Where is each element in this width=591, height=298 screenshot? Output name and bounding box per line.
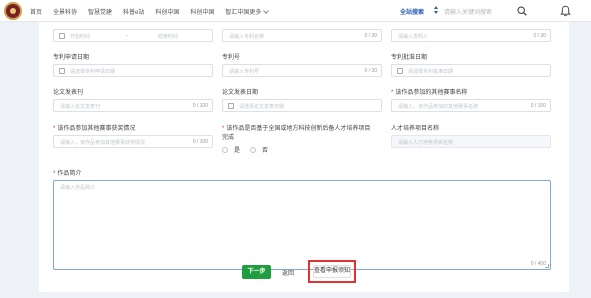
competition-award-count: 0 / 100: [192, 139, 208, 145]
nav-item-more[interactable]: 智汇中国更多: [225, 7, 270, 16]
required-mark: *: [53, 171, 56, 177]
radio-circle: [250, 146, 256, 153]
nav-item-innovation[interactable]: 科创中国: [155, 7, 179, 16]
competition-name-input[interactable]: 请输入，该作品参加的其他赛事名称 0 / 100: [391, 99, 551, 112]
site-logo[interactable]: [4, 2, 22, 20]
back-button[interactable]: 返回: [282, 268, 294, 277]
paper-journal-placeholder: 请输入论文发表刊: [60, 104, 101, 110]
program-name-placeholder: 请输入人才培养项目名称: [398, 140, 454, 146]
competition-award-label-text: 该作品参加其他赛事获奖情况: [57, 126, 136, 132]
nav-item-home[interactable]: 首页: [30, 7, 42, 16]
form-card: 开始时间 - 结束时间 请输入专利名称 0 / 30 请输入发明人 0 / 30…: [39, 22, 569, 292]
patent-no-placeholder: 请输入专利号: [229, 69, 260, 75]
intro-placeholder: 请输入作品简介: [60, 185, 96, 191]
patent-name-input[interactable]: 请输入专利名称 0 / 30: [222, 29, 382, 42]
nav-more-label: 智汇中国更多: [225, 10, 262, 16]
intro-count: 0 / 400: [530, 261, 546, 267]
search-input[interactable]: 请输入关键词搜索: [444, 7, 492, 16]
calendar-icon: [228, 103, 234, 109]
notice-highlight-box: 查看申报须知: [308, 260, 356, 283]
competition-name-count: 0 / 100: [530, 103, 546, 109]
patent-apply-date-input[interactable]: 请选择专利申请日期: [53, 64, 213, 77]
patent-name-placeholder: 请输入专利名称: [229, 34, 265, 40]
radio-yes-label: 是: [234, 148, 241, 154]
patent-no-input[interactable]: 请输入专利号 0 / 30: [222, 64, 382, 77]
calendar-icon: [59, 68, 65, 74]
range-end: 结束时间: [158, 34, 179, 40]
calendar-icon: [397, 68, 403, 74]
view-notice-button[interactable]: 查看申报须知: [313, 265, 351, 278]
top-navbar: 首页 全景科协 智慧党建 科普e站 科创中国 科创中国 智汇中国更多 全站搜索 …: [0, 0, 591, 22]
paper-journal-count: 0 / 100: [192, 103, 208, 109]
radio-no[interactable]: 否: [250, 145, 268, 154]
search-scope-select[interactable]: 全站搜索: [400, 7, 424, 16]
program-name-label: 人才培养项目名称: [391, 126, 440, 132]
radio-circle: [222, 146, 228, 153]
range-separator: -: [126, 33, 128, 39]
resize-grip-icon[interactable]: [545, 264, 549, 268]
paper-date-input[interactable]: 请选择论文发表日期: [222, 99, 382, 112]
inventor-input[interactable]: 请输入发明人 0 / 30: [391, 29, 551, 42]
chevron-down-icon: [263, 7, 270, 14]
patent-grant-date-placeholder: 请选择专利批准日期: [408, 69, 454, 75]
main-nav: 首页 全景科协 智慧党建 科普e站 科创中国 科创中国 智汇中国更多: [30, 7, 279, 16]
nav-item-innovation-2[interactable]: 科创中国: [190, 7, 214, 16]
required-mark: *: [391, 90, 394, 96]
next-button[interactable]: 下一步: [242, 265, 271, 279]
based-on-program-label-line2: 完成: [222, 135, 235, 141]
radio-yes[interactable]: 是: [222, 145, 240, 154]
program-name-input[interactable]: 请输入人才培养项目名称: [391, 135, 551, 148]
patent-apply-date-placeholder: 请选择专利申请日期: [70, 69, 116, 75]
nav-item-party[interactable]: 智慧党建: [88, 7, 112, 16]
sort-arrows-icon: [434, 6, 439, 15]
paper-date-placeholder: 请选择论文发表日期: [239, 104, 285, 110]
required-mark: *: [53, 126, 56, 132]
intro-textarea[interactable]: 请输入作品简介 0 / 400: [53, 180, 551, 270]
based-on-program-label: * 该作品是否基于全国或地方科技创新后备人才培养项目: [222, 123, 370, 132]
patent-grant-date-input[interactable]: 请选择专利批准日期: [391, 64, 551, 77]
based-on-program-label-line1: 该作品是否基于全国或地方科技创新后备人才培养项目: [226, 126, 371, 132]
bell-icon[interactable]: [560, 5, 571, 17]
inventor-count: 0 / 30: [533, 33, 546, 39]
patent-no-count: 0 / 30: [364, 68, 377, 74]
date-range-input[interactable]: 开始时间 - 结束时间: [53, 29, 213, 42]
nav-item-panorama[interactable]: 全景科协: [53, 7, 77, 16]
competition-name-placeholder: 请输入，该作品参加的其他赛事名称: [398, 104, 479, 110]
inventor-placeholder: 请输入发明人: [398, 34, 429, 40]
nav-item-science[interactable]: 科普e站: [123, 7, 144, 16]
intro-label: * 作品简介: [53, 168, 81, 177]
competition-award-placeholder: 请输入，该作品参加其他赛事获奖情况: [60, 140, 146, 146]
patent-name-count: 0 / 30: [364, 33, 377, 39]
range-start: 开始时间: [70, 34, 91, 40]
calendar-icon: [59, 33, 65, 39]
search-icon[interactable]: [517, 6, 527, 16]
patent-grant-date-label: 专利批准日期: [391, 55, 428, 61]
competition-award-input[interactable]: 请输入，该作品参加其他赛事获奖情况 0 / 100: [53, 135, 213, 148]
competition-award-label: * 该作品参加其他赛事获奖情况: [53, 123, 135, 132]
paper-journal-label: 论文发表刊: [53, 90, 84, 96]
patent-apply-date-label: 专利申请日期: [53, 55, 90, 61]
patent-no-label: 专利号: [222, 55, 241, 61]
intro-label-text: 作品简介: [57, 171, 82, 177]
paper-journal-input[interactable]: 请输入论文发表刊 0 / 100: [53, 99, 213, 112]
competition-name-label: * 该作品参加的其他赛事名称: [391, 87, 467, 96]
competition-name-label-text: 该作品参加的其他赛事名称: [395, 90, 468, 96]
paper-date-label: 论文发表日期: [222, 90, 259, 96]
radio-no-label: 否: [262, 148, 269, 154]
